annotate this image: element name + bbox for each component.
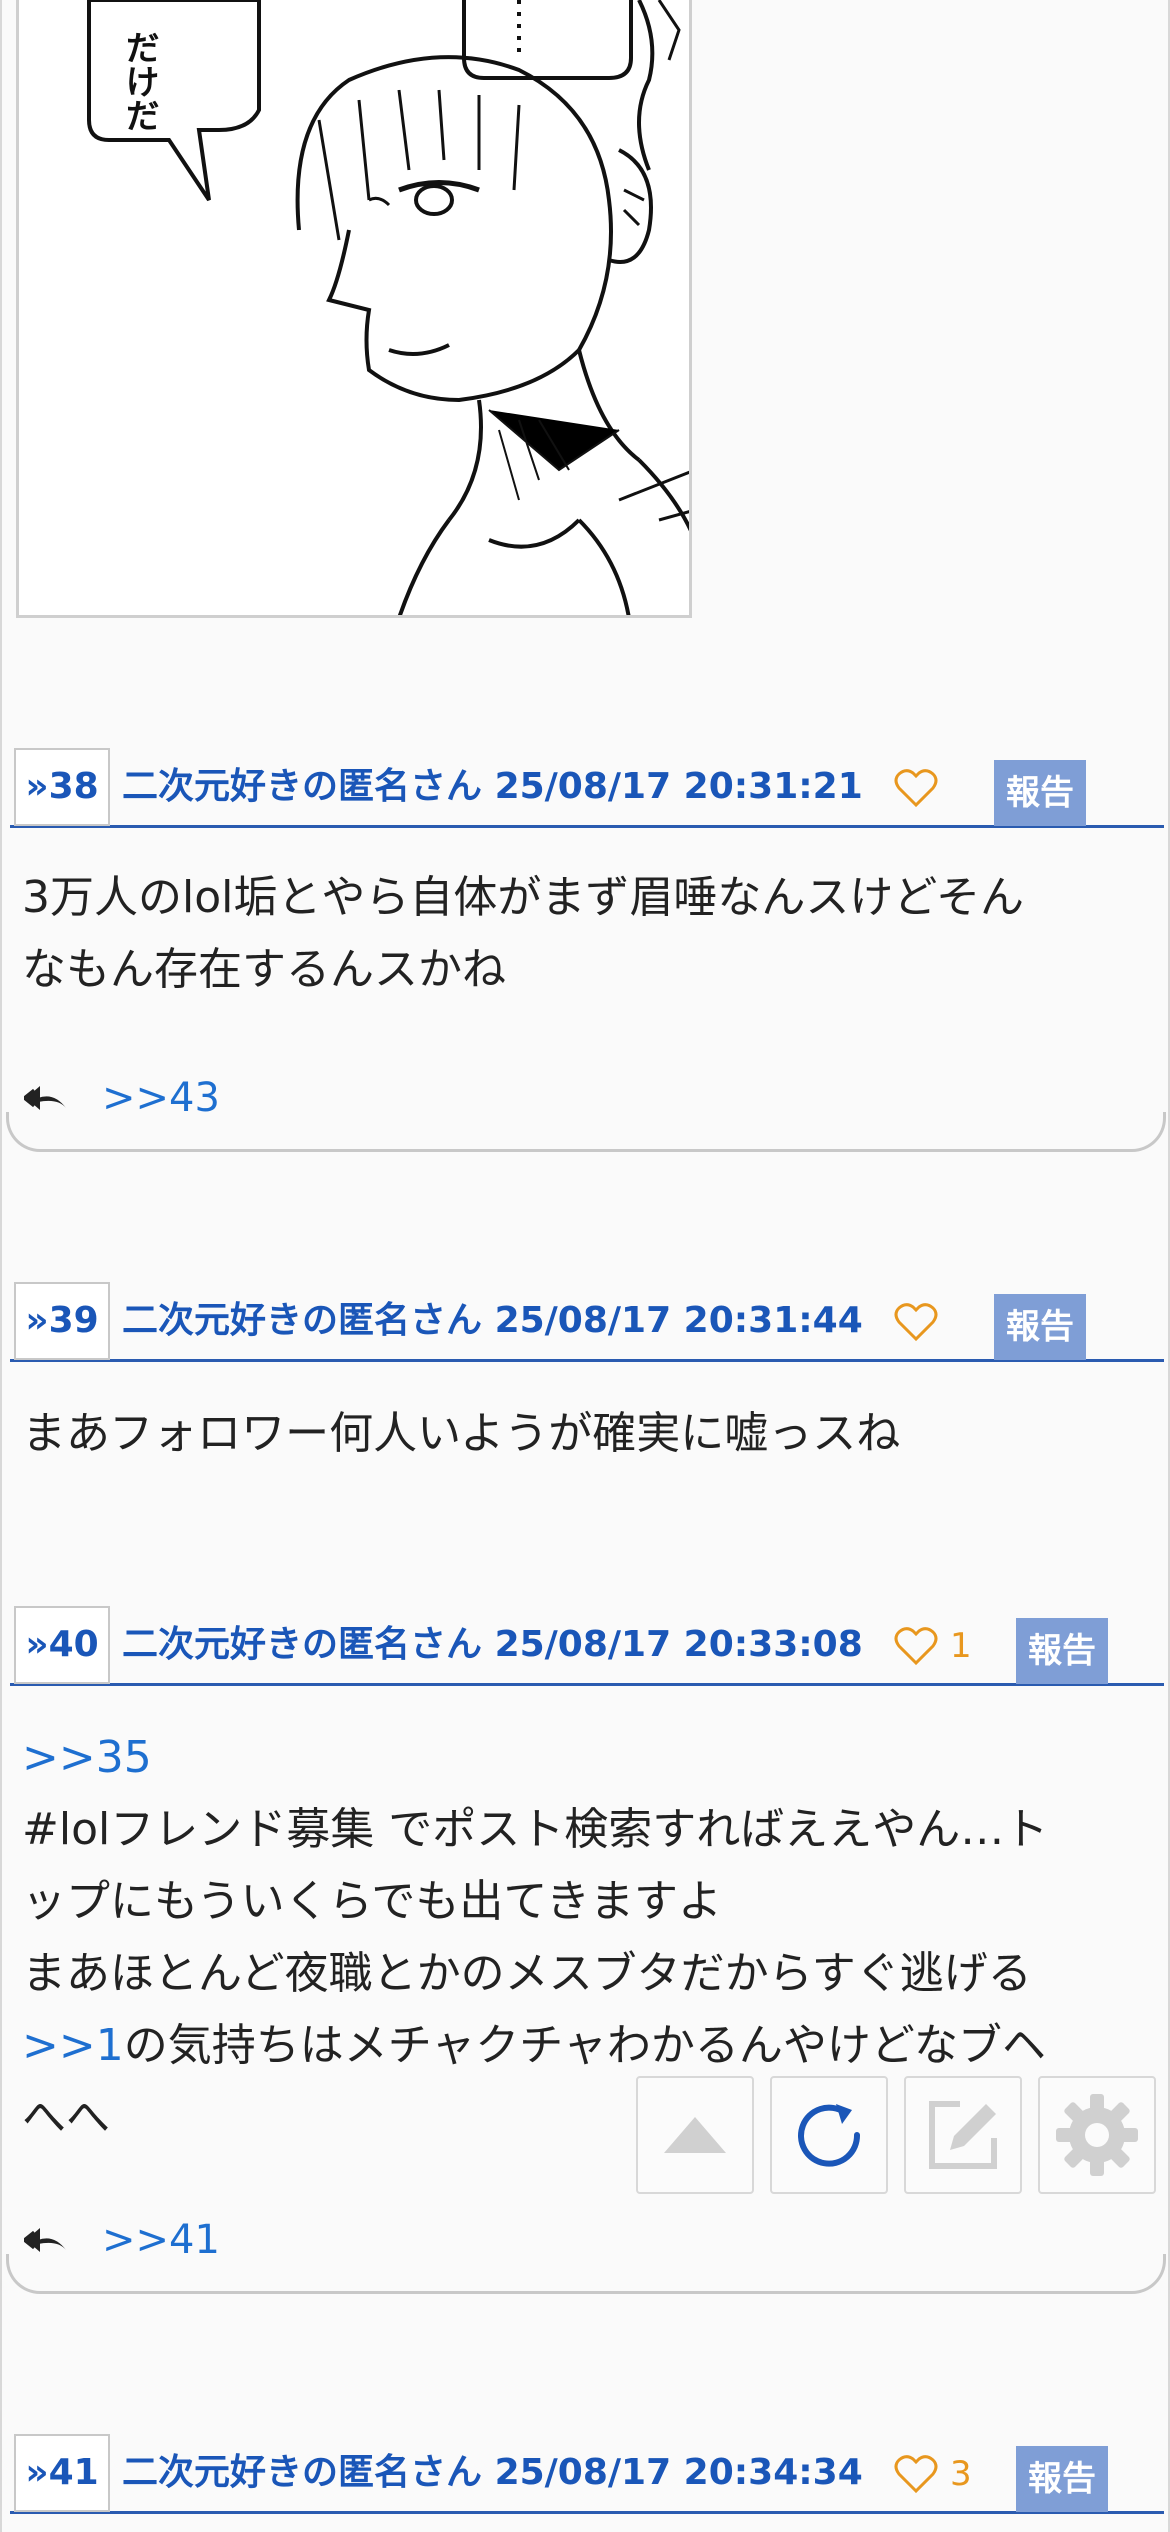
scroll-top-button[interactable] [636,2076,754,2194]
post-header-38: »38 二次元好きの匿名さん 25/08/17 20:31:21 報告 [10,748,1164,828]
report-button[interactable]: 報告 [1016,1618,1108,1684]
post-header-41: »41 二次元好きの匿名さん 25/08/17 20:34:34 3 報告 [10,2434,1164,2514]
poster-meta: 二次元好きの匿名さん 25/08/17 20:33:08 [122,1606,863,1684]
pencil-icon [929,2101,997,2169]
svg-text:だけだ: だけだ [119,30,159,132]
body-line: #lolフレンド募集 でポスト検索すればええやん…ト [22,1804,1049,1855]
body-text: の気持ちはメチャクチャわかるんやけどなブヘ [123,2020,1046,2071]
report-button[interactable]: 報告 [1016,2446,1108,2512]
post-datetime: 25/08/17 20:31:21 [494,766,863,807]
post-body-38: 3万人のlol垢とやら自体がまず眉唾なんスけどそん なもん存在するんスかね [22,862,1152,1006]
like-count: 1 [950,1626,972,1666]
gear-icon [1056,2094,1138,2176]
body-line: ップにもういくらでも出てきますよ [22,1876,723,1927]
body-line: まあほとんど夜職とかのメスブタだからすぐ逃げる [22,1948,1032,1999]
triangle-up-icon [664,2117,726,2153]
post-datetime: 25/08/17 20:34:34 [494,2452,863,2493]
poster-name: 二次元好きの匿名さん [122,1624,483,1665]
poster-name: 二次元好きの匿名さん [122,1300,483,1341]
post-header-40: »40 二次元好きの匿名さん 25/08/17 20:33:08 1 報告 [10,1606,1164,1686]
post-card-border [6,1112,1166,1152]
anchor-link[interactable]: >>1 [22,2020,124,2071]
post-body-39: まあフォロワー何人いようが確実に嘘っスね [22,1398,1152,1470]
refresh-button[interactable] [770,2076,888,2194]
post-number-button[interactable]: »38 [14,748,110,826]
poster-name: 二次元好きの匿名さん [122,2452,483,2493]
manga-illustration: だけだ [19,0,689,615]
post-number-button[interactable]: »41 [14,2434,110,2512]
heart-icon[interactable] [894,1302,938,1342]
like-count: 3 [950,2454,972,2494]
poster-meta: 二次元好きの匿名さん 25/08/17 20:31:21 [122,748,863,826]
body-line: なもん存在するんスかね [22,944,506,995]
body-line: まあフォロワー何人いようが確実に嘘っスね [22,1408,901,1459]
post-image[interactable]: だけだ [16,0,692,618]
poster-meta: 二次元好きの匿名さん 25/08/17 20:31:44 [122,1282,863,1360]
report-button[interactable]: 報告 [994,1294,1086,1360]
settings-button[interactable] [1038,2076,1156,2194]
report-button[interactable]: 報告 [994,760,1086,826]
refresh-icon [798,2104,861,2167]
thread-page: だけだ »38 二次元好きの匿名さん 25/08/17 20:31:21 報告 … [0,0,1170,2532]
anchor-link[interactable]: >>35 [22,1722,1152,1794]
body-line: 3万人のlol垢とやら自体がまず眉唾なんスけどそん [22,872,1025,923]
poster-name: 二次元好きの匿名さん [122,766,483,807]
post-datetime: 25/08/17 20:31:44 [494,1300,863,1341]
poster-meta: 二次元好きの匿名さん 25/08/17 20:34:34 [122,2434,863,2512]
heart-icon[interactable] [894,768,938,808]
heart-icon[interactable] [894,2454,938,2494]
body-line: >>1の気持ちはメチャクチャわかるんやけどなブヘ [22,2010,1152,2082]
post-header-39: »39 二次元好きの匿名さん 25/08/17 20:31:44 報告 [10,1282,1164,1362]
write-button[interactable] [904,2076,1022,2194]
post-number-button[interactable]: »39 [14,1282,110,1360]
post-datetime: 25/08/17 20:33:08 [494,1624,863,1665]
post-number-button[interactable]: »40 [14,1606,110,1684]
heart-icon[interactable] [894,1626,938,1666]
post-card-border [6,2254,1166,2294]
